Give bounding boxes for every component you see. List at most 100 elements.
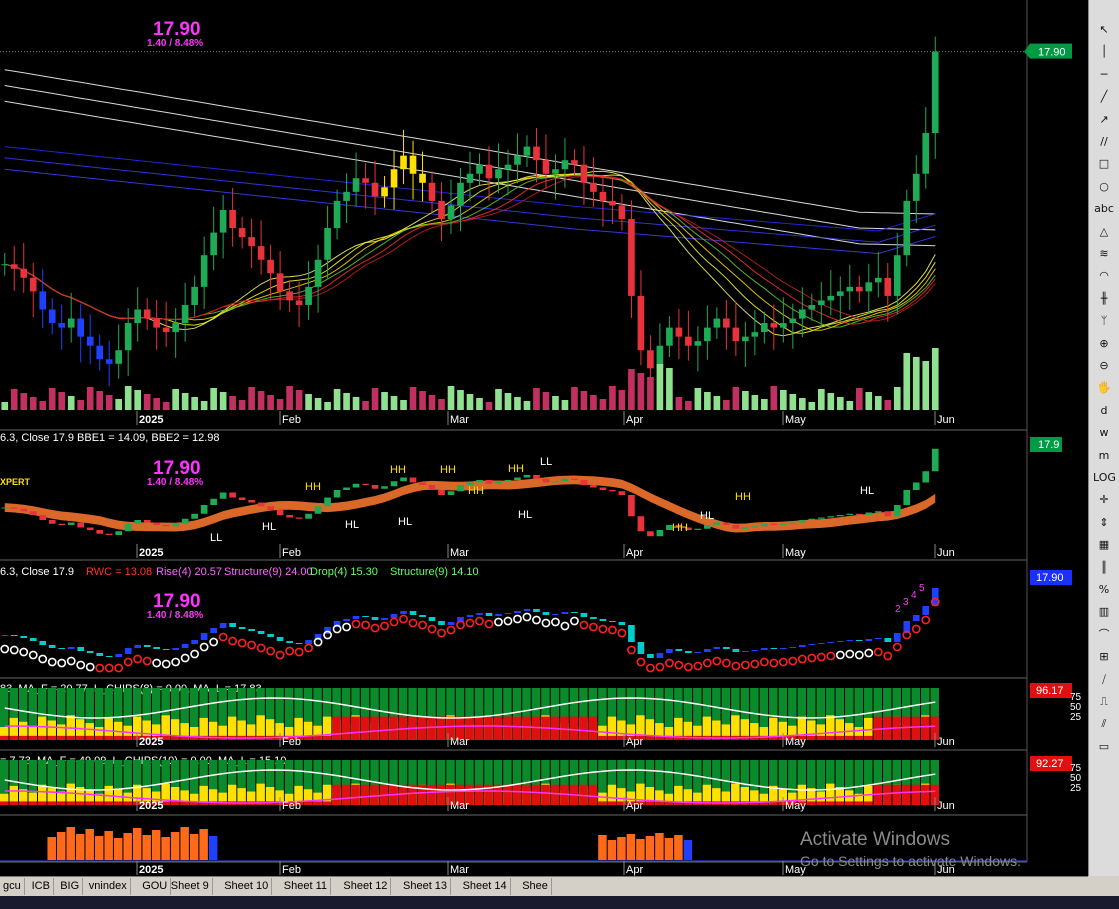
chips-tick: 25 [1070,712,1082,723]
sheet-tab[interactable]: Sheet 11 [281,878,332,895]
d-icon[interactable]: d [1093,403,1115,419]
w-icon[interactable]: w [1093,425,1115,441]
hand-icon[interactable]: 🖐 [1093,380,1115,396]
sheet-tab[interactable]: Sheet 13 [400,878,452,895]
chips-red-bar [607,735,617,740]
rwc-ring [484,619,494,629]
wave-icon[interactable]: ⌒ [1093,627,1115,643]
table-icon[interactable]: ⊞ [1093,649,1115,665]
zoom-in-icon[interactable]: ⊕ [1093,336,1115,352]
panel3-candle [20,636,28,638]
panel3-candle [865,639,873,641]
sheet-tab[interactable]: gcu [0,878,25,895]
chart-icon[interactable]: ▥ [1093,604,1115,620]
rectangle-icon[interactable]: □ [1093,156,1115,172]
log-icon[interactable]: LOG [1093,470,1116,486]
vertical-line-icon[interactable]: │ [1093,44,1115,60]
slash-icon[interactable]: ⧸ [1093,672,1115,688]
sheet-tab[interactable]: vnindex [86,878,131,895]
sheet-tab[interactable]: Shee [519,878,552,895]
volume-bar [855,388,863,410]
chart-area[interactable]: 17.90 17.90 1.40 / 8.48% 2025 Feb Mar Apr May Ju… [0,0,1088,876]
rwc-ring [351,619,361,629]
candle-body [419,173,426,183]
text-icon[interactable]: abc [1093,201,1115,217]
panel3-candle [485,613,493,616]
count-label: 3 [903,597,909,608]
cross-icon[interactable]: ✛ [1093,492,1115,508]
sheet-tab[interactable]: Sheet 12 [340,878,392,895]
arc-icon[interactable]: ◠ [1093,268,1115,284]
chips-red-bar [303,801,313,805]
fibonacci-icon[interactable]: ≋ [1093,246,1115,262]
sheet-tab[interactable]: BIG [57,878,84,895]
panel3-candle [732,649,740,652]
volume-bar [58,392,66,410]
time-axis-label: 2025 [139,800,163,812]
candle-body [761,323,768,333]
trend-line-icon[interactable]: ╱ [1093,89,1115,105]
rwc-ring [399,614,408,624]
bottom-icon[interactable]: ▭ [1093,739,1115,755]
grid-icon[interactable]: ▦ [1093,537,1115,553]
cursor-icon[interactable]: ↖ [1093,22,1115,38]
volume-bar [343,393,350,410]
chips-red-bar [75,735,85,740]
panel2-candle [248,500,255,503]
chips-red-bar [845,735,854,740]
chart-canvas[interactable]: 17.9017.901.40 / 8.48%2025 Feb Mar Apr May Ju… [0,0,1088,876]
panel2-candle [799,520,806,523]
rwc-ring [209,637,219,647]
candle-body [485,164,493,179]
sheet-tab[interactable]: Sheet 10 [221,878,273,895]
chips-red-bar [474,784,484,805]
horizontal-line-icon[interactable]: ─ [1093,67,1115,83]
time-axis-label: Jun [937,547,955,559]
sheet-tab[interactable]: ICB [29,878,54,895]
rwc-ring [47,657,57,667]
histogram-bar [617,837,626,860]
volume-bar [846,401,854,410]
ray-icon[interactable]: ↗ [1093,112,1115,128]
chips-red-bar [883,784,892,805]
rwc-ring [142,656,152,666]
pitchfork-icon[interactable]: ᛘ [1093,313,1115,329]
panel3-candle [371,617,379,620]
percent-icon[interactable]: % [1093,582,1115,598]
chips-red-bar [816,801,826,805]
cycle-icon[interactable]: ⎍ [1093,694,1115,710]
volume-bar [86,387,94,410]
chips-red-bar [28,735,37,740]
rwc-ring [712,656,722,666]
volume-bar [931,348,939,410]
chips-red-bar [360,716,370,740]
volume-bar [599,399,607,410]
bars-icon[interactable]: ║ [1093,560,1115,576]
candle-body [865,282,873,292]
change-label: 1.40 / 8.48% [147,38,203,49]
histogram-bar [199,829,208,860]
m-icon[interactable]: m [1093,448,1115,464]
panel2-candle [893,505,901,517]
channel-icon[interactable]: // [1093,134,1115,150]
zoom-out-icon[interactable]: ⊖ [1093,358,1115,374]
sheet-tab[interactable]: Sheet 14 [460,878,511,895]
ellipse-icon[interactable]: ○ [1093,179,1115,195]
triangle-icon[interactable]: △ [1093,224,1115,240]
panel3-candle [723,647,730,649]
panel2-candle [637,516,645,532]
chips-red-bar [816,735,826,740]
panel3-candle [893,633,901,642]
rwc-ring [190,649,200,659]
volume-bar [485,402,493,410]
candle-body [181,304,189,324]
panel3-candle [419,615,426,617]
arrow-up-down-icon[interactable]: ⇕ [1093,515,1115,531]
panel3-candle [67,647,75,649]
chips-red-bar [541,784,550,805]
sheet-tab[interactable]: Sheet 9 [168,878,213,895]
gann-fan-icon[interactable]: ⫽ [1093,716,1115,732]
candle-body [742,336,749,342]
gann-icon[interactable]: ╫ [1093,291,1115,307]
sheet-tab[interactable]: GOU [139,878,172,895]
